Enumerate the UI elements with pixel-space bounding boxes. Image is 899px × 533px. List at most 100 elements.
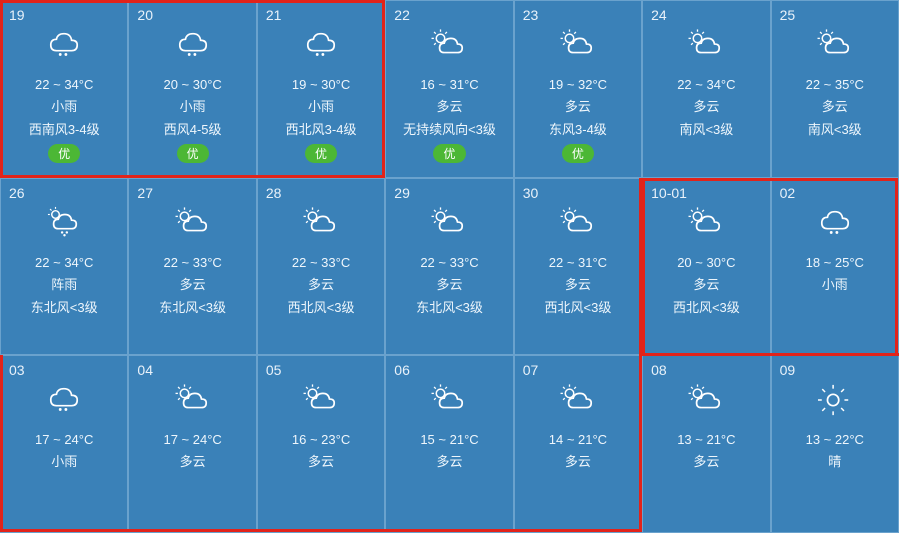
temperature-range: 19 ~ 32°C — [549, 77, 607, 92]
temperature-range: 22 ~ 33°C — [292, 255, 350, 270]
forecast-cell[interactable]: 0913 ~ 22°C晴优 — [771, 355, 899, 533]
forecast-cell[interactable]: 2119 ~ 30°C小雨西北风3-4级优 — [257, 0, 385, 178]
air-quality-badge: 优 — [177, 144, 209, 163]
forecast-cell[interactable]: 2922 ~ 33°C多云东北风<3级优 — [385, 178, 513, 356]
wind-label: 南风<3级 — [808, 119, 862, 138]
partly-cloudy-icon — [301, 380, 341, 420]
wind-label: 东风3-4级 — [549, 119, 607, 138]
temperature-range: 13 ~ 21°C — [677, 432, 735, 447]
condition-label: 多云 — [180, 451, 206, 470]
temperature-range: 17 ~ 24°C — [35, 432, 93, 447]
forecast-cell[interactable]: 1922 ~ 34°C小雨西南风3-4级优 — [0, 0, 128, 178]
temperature-range: 17 ~ 24°C — [163, 432, 221, 447]
forecast-cell[interactable]: 2422 ~ 34°C多云南风<3级优 — [642, 0, 770, 178]
partly-cloudy-icon — [686, 25, 726, 65]
air-quality-badge: 优 — [305, 144, 337, 163]
day-label: 08 — [651, 362, 667, 378]
forecast-cell[interactable]: 0813 ~ 21°C多云优 — [642, 355, 770, 533]
partly-cloudy-icon — [173, 203, 213, 243]
forecast-cell[interactable]: 10-0120 ~ 30°C多云西北风<3级优 — [642, 178, 770, 356]
forecast-cell[interactable]: 2020 ~ 30°C小雨西风4-5级优 — [128, 0, 256, 178]
air-quality-badge: 优 — [48, 144, 80, 163]
air-quality-badge: 优 — [562, 144, 594, 163]
day-label: 20 — [137, 7, 153, 23]
day-label: 26 — [9, 185, 25, 201]
day-label: 23 — [523, 7, 539, 23]
day-label: 05 — [266, 362, 282, 378]
partly-cloudy-icon — [429, 25, 469, 65]
condition-label: 小雨 — [308, 96, 334, 115]
day-label: 19 — [9, 7, 25, 23]
sunny-icon — [815, 380, 855, 420]
day-label: 10-01 — [651, 185, 687, 201]
condition-label: 多云 — [822, 96, 848, 115]
wind-label: 西北风3-4级 — [286, 119, 357, 138]
forecast-cell[interactable]: 0516 ~ 23°C多云优 — [257, 355, 385, 533]
wind-label: 西南风3-4级 — [29, 119, 100, 138]
light-rain-icon — [815, 203, 855, 243]
light-rain-icon — [173, 25, 213, 65]
day-label: 29 — [394, 185, 410, 201]
light-rain-icon — [44, 25, 84, 65]
condition-label: 小雨 — [51, 451, 77, 470]
day-label: 09 — [780, 362, 796, 378]
temperature-range: 22 ~ 33°C — [163, 255, 221, 270]
temperature-range: 22 ~ 34°C — [35, 255, 93, 270]
partly-cloudy-icon — [429, 203, 469, 243]
forecast-cell[interactable]: 0218 ~ 25°C小雨优 — [771, 178, 899, 356]
day-label: 22 — [394, 7, 410, 23]
forecast-cell[interactable]: 3022 ~ 31°C多云西北风<3级优 — [514, 178, 642, 356]
wind-label: 南风<3级 — [679, 119, 733, 138]
wind-label: 西北风<3级 — [288, 297, 355, 316]
partly-cloudy-icon — [558, 25, 598, 65]
temperature-range: 20 ~ 30°C — [163, 77, 221, 92]
condition-label: 多云 — [693, 451, 719, 470]
temperature-range: 20 ~ 30°C — [677, 255, 735, 270]
forecast-cell[interactable]: 23 19 ~ 32°C 多云东风3-4级优 — [514, 0, 642, 178]
forecast-cell[interactable]: 0615 ~ 21°C多云优 — [385, 355, 513, 533]
partly-cloudy-icon — [558, 380, 598, 420]
day-label: 24 — [651, 7, 667, 23]
condition-label: 阵雨 — [51, 274, 77, 293]
day-label: 21 — [266, 7, 282, 23]
shower-icon — [44, 203, 84, 243]
condition-label: 多云 — [565, 274, 591, 293]
day-label: 03 — [9, 362, 25, 378]
forecast-cell[interactable]: 2622 ~ 34°C阵雨东北风<3级优 — [0, 178, 128, 356]
temperature-range: 16 ~ 31°C — [420, 77, 478, 92]
day-label: 06 — [394, 362, 410, 378]
light-rain-icon — [44, 380, 84, 420]
condition-label: 小雨 — [822, 274, 848, 293]
forecast-cell[interactable]: 2822 ~ 33°C多云西北风<3级优 — [257, 178, 385, 356]
day-label: 07 — [523, 362, 539, 378]
wind-label: 东北风<3级 — [159, 297, 226, 316]
condition-label: 多云 — [436, 451, 462, 470]
partly-cloudy-icon — [558, 203, 598, 243]
condition-label: 多云 — [436, 274, 462, 293]
air-quality-badge: 优 — [433, 144, 465, 163]
condition-label: 多云 — [180, 274, 206, 293]
forecast-cell[interactable]: 2216 ~ 31°C多云无持续风向<3级优 — [385, 0, 513, 178]
wind-label: 西北风<3级 — [545, 297, 612, 316]
partly-cloudy-icon — [173, 380, 213, 420]
forecast-cell[interactable]: 0317 ~ 24°C小雨优 — [0, 355, 128, 533]
condition-label: 多云 — [308, 451, 334, 470]
wind-label: 无持续风向<3级 — [403, 119, 496, 138]
wind-label: 东北风<3级 — [31, 297, 98, 316]
forecast-cell[interactable]: 2522 ~ 35°C多云南风<3级优 — [771, 0, 899, 178]
day-label: 02 — [780, 185, 796, 201]
forecast-cell[interactable]: 0417 ~ 24°C多云优 — [128, 355, 256, 533]
forecast-cell[interactable]: 0714 ~ 21°C多云优 — [514, 355, 642, 533]
temperature-range: 22 ~ 33°C — [420, 255, 478, 270]
forecast-cell[interactable]: 2722 ~ 33°C多云东北风<3级优 — [128, 178, 256, 356]
day-label: 04 — [137, 362, 153, 378]
condition-label: 多云 — [565, 96, 591, 115]
condition-label: 多云 — [693, 96, 719, 115]
condition-label: 多云 — [693, 274, 719, 293]
wind-label: 西北风<3级 — [673, 297, 740, 316]
temperature-range: 22 ~ 34°C — [677, 77, 735, 92]
condition-label: 多云 — [308, 274, 334, 293]
temperature-range: 14 ~ 21°C — [549, 432, 607, 447]
partly-cloudy-icon — [429, 380, 469, 420]
temperature-range: 22 ~ 31°C — [549, 255, 607, 270]
